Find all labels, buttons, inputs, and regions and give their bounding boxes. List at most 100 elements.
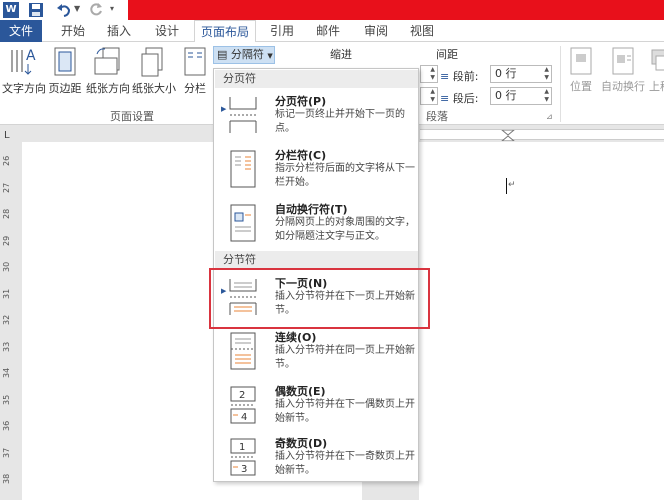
vertical-ruler[interactable]: 26 27 28 29 30 31 32 33 34 35 36 37 38 — [0, 142, 16, 500]
tab-mailings[interactable]: 邮件 — [308, 20, 348, 42]
bring-forward-label: 上移 — [649, 80, 664, 93]
tab-page-layout[interactable]: 页面布局 — [194, 20, 256, 43]
size-label: 纸张大小 — [132, 82, 176, 95]
svg-text:4: 4 — [241, 412, 247, 423]
ruler-number: 26 — [2, 155, 11, 166]
margins-icon — [54, 47, 76, 76]
spacing-before-input[interactable]: 0 行 ▲ ▼ — [490, 65, 552, 83]
breaks-icon: ▤ — [217, 48, 228, 61]
svg-text:1: 1 — [239, 442, 245, 453]
tab-insert[interactable]: 插入 — [98, 20, 140, 42]
spinner-arrows-icon[interactable]: ▲ ▼ — [544, 66, 549, 82]
column-break-icon — [230, 150, 256, 188]
paragraph-settings-launcher-icon[interactable]: ⊿ — [546, 112, 553, 121]
tab-design[interactable]: 设计 — [146, 20, 188, 42]
after-icon: ≡ — [440, 92, 450, 105]
spacing-before-value: 0 行 — [495, 67, 517, 80]
columns-button[interactable]: 分栏 — [180, 46, 210, 96]
continuous-icon — [230, 332, 256, 370]
before-label: ≡ 段前: — [440, 70, 479, 83]
tab-home[interactable]: 开始 — [52, 20, 94, 42]
page-break-item[interactable]: ▶ 分页符(P) 标记一页终止并开始下一页的点。 — [215, 91, 418, 143]
continuous-title: 连续(O) — [275, 331, 317, 344]
ruler-number: 34 — [2, 367, 11, 378]
text-direction-label: 文字方向 — [2, 82, 46, 95]
margins-label: 页边距 — [48, 82, 82, 95]
svg-text:3: 3 — [241, 464, 247, 475]
size-button[interactable]: 纸张大小 — [132, 46, 176, 96]
ruler-number: 27 — [2, 182, 11, 193]
spacing-after-input[interactable]: 0 行 ▲ ▼ — [490, 87, 552, 105]
title-bar-red-area — [128, 0, 664, 20]
ruler-number: 28 — [2, 208, 11, 219]
ruler-number: 32 — [2, 314, 11, 325]
columns-icon — [184, 47, 206, 76]
word-app-icon[interactable]: W — [3, 2, 19, 18]
paragraph-mark-icon: ↵ — [508, 180, 516, 190]
title-bar: W ▼ ▾ — [0, 0, 664, 20]
save-icon[interactable] — [28, 2, 44, 18]
column-break-title: 分栏符(C) — [275, 149, 327, 162]
svg-text:2: 2 — [239, 390, 245, 401]
wrap-text-icon — [612, 47, 634, 75]
spacing-label: 间距 — [436, 48, 458, 61]
tab-selector[interactable]: L — [4, 130, 10, 141]
indent-label: 缩进 — [330, 48, 352, 61]
page-break-desc: 标记一页终止并开始下一页的点。 — [275, 109, 405, 134]
text-wrapping-break-item[interactable]: 自动换行符(T) 分隔网页上的对象周围的文字，如分隔题注文字与正文。 — [215, 199, 418, 251]
margins-button[interactable]: 页边距 — [46, 46, 84, 96]
wrap-text-button[interactable]: 自动换行 — [600, 46, 646, 94]
text-direction-icon: A — [11, 48, 36, 75]
size-icon — [141, 47, 163, 77]
ruler-number: 37 — [2, 447, 11, 458]
continuous-item[interactable]: 连续(O) 插入分节符并在同一页上开始新节。 — [215, 327, 418, 379]
page-break-icon — [229, 97, 257, 133]
text-wrapping-break-icon — [230, 204, 256, 242]
document-page-right[interactable] — [419, 142, 664, 500]
odd-page-item[interactable]: 13 奇数页(D) 插入分节符并在下一奇数页上开始新节。 — [215, 433, 418, 485]
tab-view[interactable]: 视图 — [402, 20, 442, 42]
odd-page-icon: 13 — [230, 438, 256, 476]
horizontal-ruler[interactable] — [420, 129, 664, 141]
spinner-arrows-icon[interactable]: ▲ ▼ — [430, 66, 435, 82]
tab-references[interactable]: 引用 — [262, 20, 302, 42]
continuous-desc: 插入分节符并在同一页上开始新节。 — [275, 345, 415, 370]
redo-icon[interactable] — [88, 2, 104, 18]
breaks-button[interactable]: ▤ 分隔符 ▼ — [213, 46, 275, 64]
text-wrapping-break-desc: 分隔网页上的对象周围的文字，如分隔题注文字与正文。 — [275, 217, 415, 242]
customize-toolbar-icon[interactable]: ▾ — [110, 4, 114, 13]
column-break-item[interactable]: 分栏符(C) 指示分栏符后面的文字将从下一栏开始。 — [215, 145, 418, 197]
wrap-text-label: 自动换行 — [601, 80, 645, 93]
even-page-title: 偶数页(E) — [275, 385, 326, 398]
group-separator — [560, 46, 561, 122]
ruler-number: 35 — [2, 394, 11, 405]
tab-review[interactable]: 审阅 — [356, 20, 396, 42]
ruler-number: 38 — [2, 473, 11, 484]
ruler-number: 30 — [2, 261, 11, 272]
even-page-item[interactable]: 24 偶数页(E) 插入分节符并在下一偶数页上开始新节。 — [215, 381, 418, 433]
undo-dropdown-icon[interactable]: ▼ — [74, 4, 80, 13]
even-page-icon: 24 — [230, 386, 256, 424]
indent-left-spinner[interactable]: ▲ ▼ — [420, 65, 438, 83]
bring-forward-button[interactable]: 上移 — [648, 46, 664, 94]
spinner-arrows-icon[interactable]: ▲ ▼ — [430, 88, 435, 104]
undo-icon[interactable] — [56, 2, 72, 18]
section-breaks-header: 分节符 — [215, 251, 418, 269]
orientation-button[interactable]: 纸张方向 — [86, 46, 130, 96]
orientation-label: 纸张方向 — [86, 82, 130, 95]
tab-file[interactable]: 文件 — [0, 20, 42, 42]
odd-page-title: 奇数页(D) — [275, 437, 328, 450]
spinner-arrows-icon[interactable]: ▲ ▼ — [544, 88, 549, 104]
text-direction-button[interactable]: A 文字方向 — [2, 46, 46, 96]
page-setup-group-label: 页面设置 — [110, 110, 154, 123]
ruler-number: 31 — [2, 288, 11, 299]
indent-marker-icon[interactable] — [420, 130, 664, 141]
ruler-number: 33 — [2, 341, 11, 352]
column-break-desc: 指示分栏符后面的文字将从下一栏开始。 — [275, 163, 415, 188]
columns-label: 分栏 — [184, 82, 206, 95]
position-label: 位置 — [570, 80, 592, 93]
position-button[interactable]: 位置 — [566, 46, 596, 94]
paragraph-group-label: 段落 — [426, 110, 448, 123]
text-wrapping-break-title: 自动换行符(T) — [275, 203, 348, 216]
indent-right-spinner[interactable]: ▲ ▼ — [420, 87, 438, 105]
